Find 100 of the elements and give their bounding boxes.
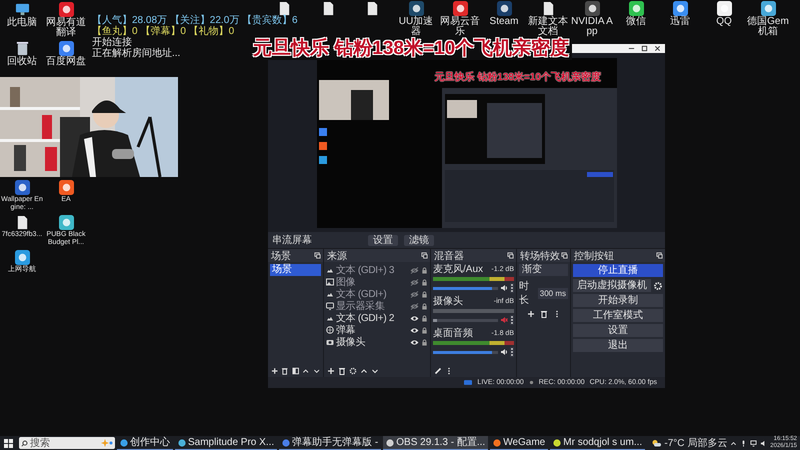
source-name[interactable]: 显示器采集 <box>336 300 408 312</box>
toolbar-button[interactable]: 滤镜 <box>404 234 434 246</box>
windows-icon[interactable] <box>4 438 13 448</box>
globe-icon <box>326 326 334 334</box>
app-label: WeGame <box>503 436 546 448</box>
icon-label: 德国Gem机箱 <box>746 17 790 37</box>
speaker-icon[interactable] <box>500 348 508 356</box>
source-name[interactable]: 文本 (GDI+) 3 <box>336 264 408 276</box>
channel-name: 麦克风/Aux <box>433 264 484 275</box>
close-icon[interactable] <box>654 45 661 52</box>
taskbar-app[interactable]: Samplitude Pro X... <box>175 436 278 450</box>
lock-icon[interactable] <box>421 326 428 334</box>
eye-icon[interactable] <box>410 326 419 334</box>
undock-icon[interactable] <box>656 252 663 259</box>
caret-icon[interactable] <box>730 440 738 446</box>
undock-icon[interactable] <box>421 252 428 259</box>
undock-icon[interactable] <box>561 252 568 259</box>
taskbar-app[interactable]: Mr sodqjol s um... <box>550 436 646 450</box>
app-icon[interactable] <box>58 41 74 56</box>
trash-icon[interactable] <box>281 366 289 374</box>
app-icon[interactable] <box>496 1 512 16</box>
app-icon[interactable] <box>760 1 776 16</box>
app-icon[interactable] <box>672 1 688 16</box>
control-button[interactable]: 开始录制 <box>573 294 663 307</box>
app-icon[interactable] <box>58 180 74 195</box>
app-icon[interactable] <box>58 2 74 17</box>
scene-item[interactable]: 场景 <box>270 264 321 276</box>
app-icon[interactable] <box>14 180 30 195</box>
monitor-icon <box>326 302 334 310</box>
monitor-icon[interactable] <box>14 2 30 17</box>
plus-icon[interactable] <box>271 366 278 374</box>
source-name[interactable]: 弹幕 <box>336 324 408 336</box>
app-icon[interactable] <box>716 1 732 16</box>
source-name[interactable]: 文本 (GDI+) 2 <box>336 312 408 324</box>
lock-icon[interactable] <box>421 290 428 298</box>
up-icon[interactable] <box>302 366 310 374</box>
control-button[interactable]: 设置 <box>573 324 663 337</box>
taskbar-app[interactable]: OBS 29.1.3 - 配置... <box>383 436 488 450</box>
icon-label: 网易云音乐 <box>439 17 481 37</box>
source-name[interactable]: 图像 <box>336 276 408 288</box>
source-name[interactable]: 摄像头 <box>336 336 408 348</box>
app-icon[interactable] <box>14 250 30 265</box>
speaker-icon[interactable] <box>500 284 508 292</box>
menu-icon[interactable] <box>510 283 514 293</box>
search-field[interactable]: 搜索 <box>30 437 99 449</box>
sparkle-icon <box>101 439 113 447</box>
volume-icon[interactable] <box>760 440 768 446</box>
app-icon[interactable] <box>408 1 424 16</box>
icon-label: Steam <box>488 17 520 27</box>
app-icon[interactable] <box>628 1 644 16</box>
taskbar-app[interactable]: WeGame <box>490 436 548 450</box>
undock-icon[interactable] <box>507 252 514 259</box>
panel-title: 场景 <box>271 250 291 262</box>
toolbar-button[interactable]: 设置 <box>368 234 398 246</box>
weather-text[interactable]: -7°C 局部多云 <box>664 436 728 450</box>
taskbar-app[interactable]: 创作中心 <box>117 436 173 450</box>
taskbar-app[interactable]: 弹幕助手无弹幕版 - <box>279 436 382 450</box>
icon-label: 此电脑 <box>6 18 38 28</box>
channel-name: 桌面音频 <box>433 328 473 339</box>
app-icon[interactable] <box>58 215 74 230</box>
lock-icon[interactable] <box>421 302 428 310</box>
control-button[interactable]: 退出 <box>573 339 663 352</box>
plus-icon[interactable] <box>526 310 534 318</box>
maximize-icon[interactable] <box>641 45 648 52</box>
weather-icon[interactable] <box>651 439 662 447</box>
app-icon[interactable] <box>452 1 468 16</box>
undock-icon[interactable] <box>314 252 321 259</box>
duration-label: 时长 <box>519 280 530 307</box>
control-button[interactable]: 启动虚拟摄像机 <box>573 279 651 292</box>
plus-icon[interactable] <box>327 366 335 374</box>
transition-dropdown[interactable]: 渐变 <box>519 264 568 276</box>
icon-label: 迅雷 <box>669 17 691 27</box>
control-button[interactable]: 工作室模式 <box>573 309 663 322</box>
up-icon[interactable] <box>360 366 368 374</box>
menu-icon[interactable] <box>510 315 514 325</box>
icon-label: UU加速器 <box>398 17 434 37</box>
settings-icon[interactable] <box>653 280 663 290</box>
filter-icon[interactable] <box>292 366 300 374</box>
settings-icon[interactable] <box>349 366 357 374</box>
control-button[interactable]: 停止直播 <box>573 264 663 277</box>
eye-icon[interactable] <box>410 314 419 322</box>
duration-field[interactable]: 300 ms <box>538 288 568 298</box>
source-name[interactable]: 文本 (GDI+) <box>336 288 408 300</box>
trash-icon[interactable] <box>14 41 30 56</box>
icon-label: NVIDIA App <box>570 17 614 37</box>
trash-icon[interactable] <box>540 310 548 318</box>
trash-icon[interactable] <box>338 366 346 374</box>
icon-label: 新建文本文档 <box>527 17 569 37</box>
lock-icon[interactable] <box>421 278 428 286</box>
menu-icon[interactable] <box>510 347 514 357</box>
lock-icon[interactable] <box>421 338 428 346</box>
eye-icon[interactable] <box>410 338 419 346</box>
lock-icon[interactable] <box>421 314 428 322</box>
lock-icon[interactable] <box>421 266 428 274</box>
microphone-icon[interactable] <box>740 440 748 446</box>
icon-label: QQ <box>715 17 733 27</box>
app-icon[interactable] <box>584 1 600 16</box>
down-icon[interactable] <box>371 366 379 374</box>
search-bar[interactable]: 搜索 <box>19 437 115 449</box>
minimize-icon[interactable] <box>628 45 635 52</box>
